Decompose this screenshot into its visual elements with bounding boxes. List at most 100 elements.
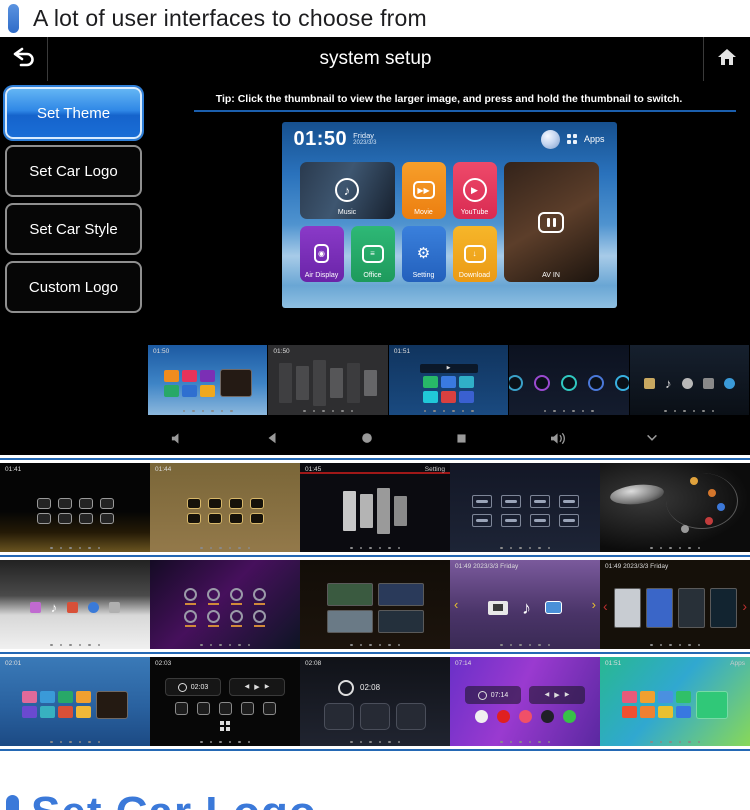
sidebar-item-set-car-style[interactable]: Set Car Style	[5, 203, 142, 255]
music-note-icon: ♪	[335, 178, 359, 202]
theme-preview-large[interactable]: 01:50 Friday 2023/3/3 Apps ♪ Music ▶▶	[282, 122, 617, 308]
preview-tile-grid: ♪ Music ▶▶ Movie ▶ YouTube AV IN ◉ Ai	[300, 162, 599, 282]
back-button[interactable]	[0, 37, 48, 81]
recents-nav-button[interactable]	[455, 432, 550, 445]
tile-youtube[interactable]: ▶ YouTube	[453, 162, 497, 219]
phone-cast-icon: ◉	[314, 244, 329, 263]
tile-download[interactable]: ↓ Download	[453, 226, 497, 283]
theme-content-area: Tip: Click the thumbnail to view the lar…	[148, 81, 750, 455]
theme-thumbnail[interactable]: 01:50	[148, 345, 267, 415]
tile-av-in[interactable]: AV IN	[504, 162, 599, 282]
thumb-time: 02:01	[5, 660, 21, 667]
theme-thumbnail[interactable]: 02:0302:03◀▶▶	[150, 657, 300, 746]
tile-music[interactable]: ♪ Music	[300, 162, 395, 219]
chevron-down-icon	[645, 433, 659, 443]
download-icon: ↓	[464, 245, 486, 263]
tile-office[interactable]: ≡ Office	[351, 226, 395, 283]
theme-gallery-row: ♪01:49 2023/3/3 Friday♪‹›01:49 2023/3/3 …	[0, 560, 750, 649]
volume-down-icon	[170, 431, 185, 446]
head-unit-screenshot: system setup Set Theme Set Car Logo Set …	[0, 37, 750, 455]
home-button[interactable]	[703, 37, 750, 81]
hide-navbar-button[interactable]	[645, 433, 740, 443]
thumb-time: 02:08	[305, 660, 321, 667]
blue-separator	[0, 458, 750, 460]
tile-setting[interactable]: ⚙ Setting	[402, 226, 446, 283]
theme-gallery-row: 01:41 01:44 01:45 Setting	[0, 463, 750, 552]
blue-separator	[0, 749, 750, 751]
theme-thumbnail[interactable]: 01:49 2023/3/3 Friday‹›	[600, 560, 750, 649]
thumb-time: 01:50	[273, 348, 289, 355]
recents-square-icon	[455, 432, 468, 445]
youtube-play-icon: ▶	[463, 178, 487, 202]
preview-day: Friday	[353, 132, 376, 140]
theme-thumbnail[interactable]	[450, 463, 600, 552]
back-arrow-icon	[11, 46, 37, 73]
thumb-corner-label: Setting	[425, 466, 445, 473]
thumb-time: 01:51	[605, 660, 621, 667]
page-title: A lot of user interfaces to choose from	[33, 5, 427, 32]
home-nav-button[interactable]	[360, 431, 455, 445]
movie-play-icon: ▶▶	[413, 181, 435, 199]
sidebar-item-custom-logo[interactable]: Custom Logo	[5, 261, 142, 313]
theme-thumbnail[interactable]: 07:1407:14◀▶▶	[450, 657, 600, 746]
theme-thumbnail[interactable]: ♪	[630, 345, 749, 415]
volume-down-button[interactable]	[170, 431, 265, 446]
theme-sidebar: Set Theme Set Car Logo Set Car Style Cus…	[0, 81, 148, 455]
device-topbar: system setup	[0, 37, 750, 81]
theme-thumbnail[interactable]: 02:0802:08	[300, 657, 450, 746]
page-header: A lot of user interfaces to choose from	[0, 0, 750, 37]
volume-up-icon	[550, 431, 567, 446]
sidebar-item-set-theme[interactable]: Set Theme	[5, 87, 142, 139]
theme-gallery: 01:41 01:44 01:45 Setting ♪ 01:49 2023/3/3 Fr…	[0, 455, 750, 754]
gear-icon: ⚙	[417, 246, 430, 261]
theme-gallery-row: 02:01 02:0302:03◀▶▶02:0802:0807:1407:14◀▶…	[0, 657, 750, 746]
back-nav-button[interactable]	[265, 431, 360, 445]
theme-thumbnail[interactable]: 01:51 Apps	[600, 657, 750, 746]
theme-thumbnail[interactable]: 01:45 Setting	[300, 463, 450, 552]
sidebar-item-set-car-logo[interactable]: Set Car Logo	[5, 145, 142, 197]
tile-air-display[interactable]: ◉ Air Display	[300, 226, 344, 283]
back-triangle-icon	[265, 431, 279, 445]
theme-thumbnail[interactable]: ♪	[0, 560, 150, 649]
apps-label: Apps	[584, 134, 605, 144]
android-navbar	[148, 421, 750, 455]
preview-statusbar: 01:50 Friday 2023/3/3 Apps	[282, 122, 617, 156]
thumb-corner-label: Apps	[730, 660, 745, 667]
blue-separator	[0, 555, 750, 557]
volume-up-button[interactable]	[550, 431, 645, 446]
thumb-time: 02:03	[155, 660, 171, 667]
thumb-time: 01:49 2023/3/3 Friday	[455, 563, 518, 570]
thumb-time: 01:44	[155, 466, 171, 473]
thumb-time: 01:45	[305, 466, 321, 473]
preview-time: 01:50	[294, 128, 348, 151]
blue-separator	[0, 652, 750, 654]
heading-accent-bar	[6, 795, 19, 810]
theme-thumbnail[interactable]	[600, 463, 750, 552]
folder-icon: ≡	[362, 245, 384, 263]
theme-thumbnail-strip: 01:50 01:50 01:51▶ ♪	[148, 345, 750, 415]
moon-icon	[541, 130, 560, 149]
tip-text: Tip: Click the thumbnail to view the lar…	[148, 81, 750, 105]
thumb-time: 01:49 2023/3/3 Friday	[605, 563, 668, 570]
theme-thumbnail[interactable]: 01:49 2023/3/3 Friday♪‹›	[450, 560, 600, 649]
theme-thumbnail[interactable]: 01:51▶	[389, 345, 508, 415]
theme-thumbnail[interactable]	[509, 345, 628, 415]
theme-thumbnail[interactable]: 01:50	[268, 345, 387, 415]
tile-movie[interactable]: ▶▶ Movie	[402, 162, 446, 219]
thumb-time: 07:14	[455, 660, 471, 667]
bottom-section-heading: Set Car Logo	[6, 788, 317, 810]
screen-title: system setup	[48, 48, 703, 70]
apps-grid-icon	[567, 134, 577, 144]
title-accent-bar	[8, 4, 19, 33]
thumb-time: 01:51	[394, 348, 410, 355]
theme-thumbnail[interactable]: 01:41	[0, 463, 150, 552]
theme-thumbnail[interactable]: 01:44	[150, 463, 300, 552]
theme-thumbnail[interactable]: 02:01	[0, 657, 150, 746]
av-input-icon	[538, 212, 564, 233]
preview-date: 2023/3/3	[353, 140, 376, 147]
theme-thumbnail[interactable]	[300, 560, 450, 649]
thumb-time: 01:41	[5, 466, 21, 473]
theme-thumbnail[interactable]	[150, 560, 300, 649]
heading-text: Set Car Logo	[31, 788, 317, 810]
home-circle-icon	[360, 431, 374, 445]
